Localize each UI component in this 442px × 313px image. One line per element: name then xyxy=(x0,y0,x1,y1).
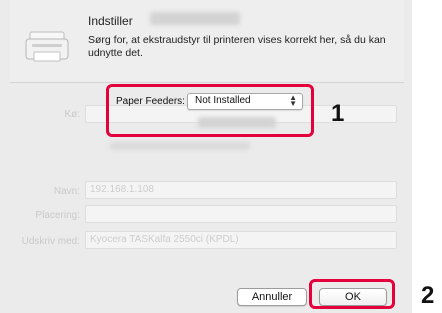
location-field xyxy=(85,205,397,223)
callout-number-2: 2 xyxy=(421,282,435,309)
callout-highlight-2 xyxy=(309,279,395,309)
sheet-description: Sørg for, at ekstraudstyr til printeren … xyxy=(88,34,386,59)
callout-highlight-1 xyxy=(106,84,314,137)
blurred-text xyxy=(110,142,250,150)
printer-icon xyxy=(25,31,69,62)
name-value: 192.168.1.108 xyxy=(90,184,154,195)
driver-label: Udskriv med: xyxy=(21,236,80,247)
driver-field: Kyocera TASKalfa 2550ci (KPDL) xyxy=(85,231,397,249)
printer-setup-dialog: Kø: Navn: 192.168.1.108 Placering: Udskr… xyxy=(0,0,412,313)
blurred-printer-name xyxy=(150,12,240,25)
location-label: Placering: xyxy=(35,210,80,221)
cancel-button[interactable]: Annuller xyxy=(237,288,307,306)
callout-number-1: 1 xyxy=(331,100,345,127)
sheet-title: Indstiller xyxy=(88,14,133,28)
name-label: Navn: xyxy=(53,186,80,197)
name-field: 192.168.1.108 xyxy=(85,181,397,199)
driver-value: Kyocera TASKalfa 2550ci (KPDL) xyxy=(90,234,239,245)
queue-label: Kø: xyxy=(64,109,80,120)
